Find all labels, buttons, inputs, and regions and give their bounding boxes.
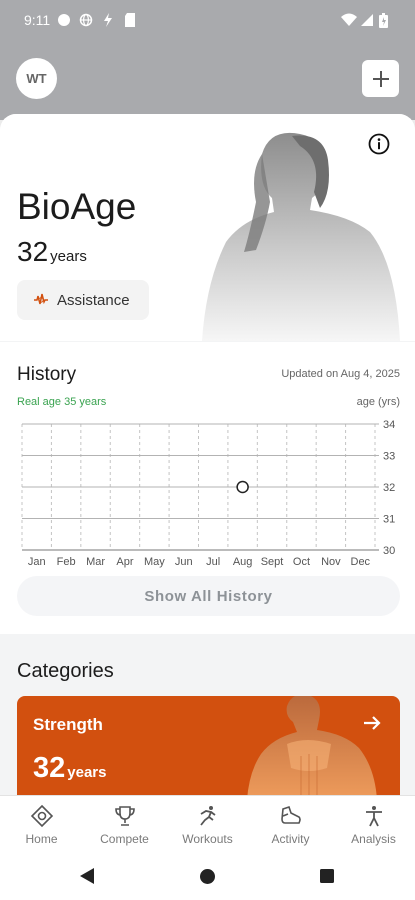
strength-value: 32 years <box>33 752 106 785</box>
assistance-icon <box>34 293 48 305</box>
bioage-hero: BioAge 32 years Assistance <box>0 114 415 341</box>
nav-analysis[interactable]: Analysis <box>334 796 414 851</box>
nav-workouts[interactable]: Workouts <box>168 796 248 851</box>
battery-icon <box>379 13 388 28</box>
chart-x-tick-label: Mar <box>86 556 105 568</box>
person-icon <box>365 806 382 827</box>
add-button[interactable] <box>362 60 399 97</box>
chart-x-tick-label: Feb <box>57 556 76 568</box>
strength-card[interactable]: Strength 32 years <box>17 696 400 800</box>
history-section: History Updated on Aug 4, 2025 Real age … <box>0 342 415 634</box>
top-bar: WT <box>0 40 415 120</box>
chart-x-tick-label: Oct <box>293 556 310 568</box>
nav-workouts-label: Workouts <box>182 832 233 846</box>
run-icon <box>199 806 216 826</box>
bioage-value: 32 years <box>17 236 87 268</box>
chart-y-tick-label: 31 <box>383 514 395 526</box>
chart-y-tick-label: 32 <box>383 482 395 494</box>
trophy-icon <box>114 806 135 826</box>
bioage-unit: years <box>50 248 87 265</box>
wifi-icon <box>341 13 357 26</box>
history-chart: Jan Feb Mar Apr May Jun Jul Aug Sept Oct Nov Dec 34… <box>21 419 395 568</box>
chart-x-tick-label: Apr <box>116 556 133 568</box>
strength-number: 32 <box>33 752 66 784</box>
main-sheet: BioAge 32 years Assistance History Update… <box>0 114 415 800</box>
categories-title: Categories <box>17 660 114 682</box>
shoe-icon <box>280 805 301 824</box>
page-title: BioAge <box>17 186 137 227</box>
nav-compete-label: Compete <box>100 832 149 846</box>
recents-icon[interactable] <box>320 869 334 883</box>
bolt-icon <box>104 13 112 27</box>
back-icon[interactable] <box>80 868 95 884</box>
arrow-right-icon[interactable] <box>361 712 383 734</box>
chart-x-tick-label: Nov <box>321 556 341 568</box>
status-bar: 9:11 <box>0 0 415 40</box>
nav-analysis-label: Analysis <box>351 832 396 846</box>
nav-activity-label: Activity <box>271 832 310 846</box>
chart-x-tick-label: Jan <box>28 556 46 568</box>
status-time: 9:11 <box>24 12 51 28</box>
nav-compete[interactable]: Compete <box>85 796 165 851</box>
athlete-figure-image <box>202 132 400 341</box>
system-nav-bar <box>0 851 415 900</box>
strength-unit: years <box>67 764 107 781</box>
assistance-label: Assistance <box>57 291 130 309</box>
real-age-label: Real age 35 years <box>17 396 107 408</box>
bottom-nav: Home Compete Workouts Activity Analysis <box>0 795 415 851</box>
chart-x-tick-label: Sept <box>261 556 284 568</box>
chart-x-tick-label: Dec <box>351 556 371 568</box>
chart-x-tick-label: Jul <box>206 556 220 568</box>
sd-card-icon <box>125 13 135 27</box>
nav-home[interactable]: Home <box>2 796 82 851</box>
nav-home-label: Home <box>25 832 58 846</box>
chart-point <box>236 480 249 494</box>
home-circle-icon[interactable] <box>200 869 215 884</box>
chart-y-tick-label: 34 <box>383 419 395 431</box>
chart-y-tick-label: 30 <box>383 545 395 557</box>
home-icon <box>30 804 53 828</box>
plus-icon <box>372 70 389 87</box>
chart-x-tick-label: May <box>144 556 165 568</box>
avatar[interactable]: WT <box>16 58 57 99</box>
history-title: History <box>17 364 77 385</box>
notification-dot-icon <box>58 14 70 26</box>
chart-x-tick-label: Jun <box>175 556 193 568</box>
info-icon[interactable] <box>368 133 390 155</box>
globe-icon <box>79 13 93 27</box>
chart-y-tick-label: 33 <box>383 451 395 463</box>
signal-icon <box>361 14 373 26</box>
chart-x-tick-label: Aug <box>233 556 253 568</box>
show-all-history-button[interactable]: Show All History <box>17 576 400 616</box>
nav-activity[interactable]: Activity <box>251 796 331 851</box>
strength-label: Strength <box>33 715 103 734</box>
assistance-button[interactable]: Assistance <box>17 280 149 320</box>
age-unit-label: age (yrs) <box>356 396 400 408</box>
history-updated: Updated on Aug 4, 2025 <box>281 368 400 380</box>
bioage-number: 32 <box>17 236 49 267</box>
